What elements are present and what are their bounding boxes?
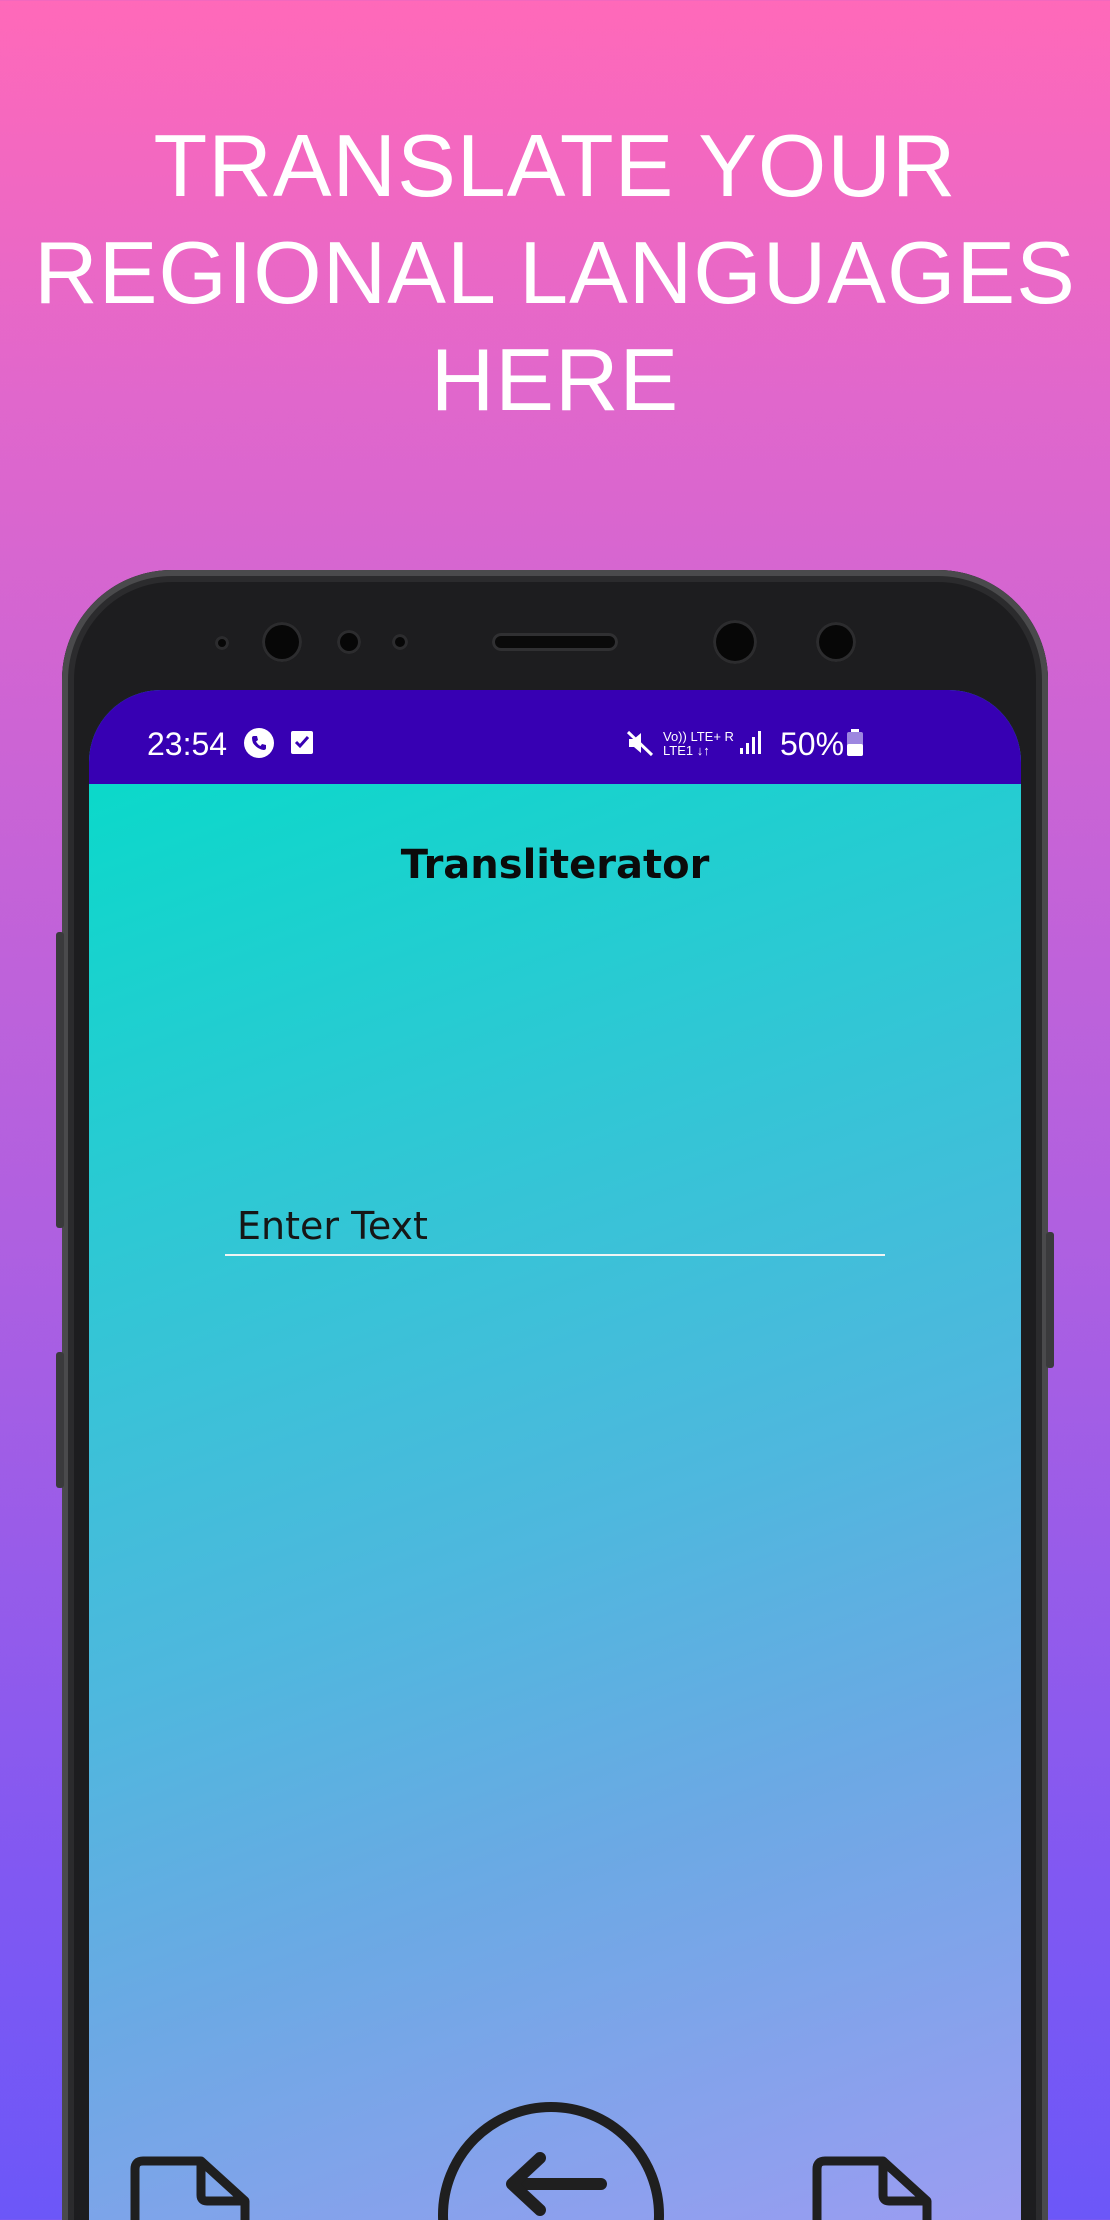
battery-icon: [847, 729, 863, 756]
signal-icon: [740, 731, 761, 754]
document-icon[interactable]: [809, 2155, 939, 2220]
phone-call-icon: [244, 728, 274, 758]
text-input[interactable]: [225, 1198, 885, 1256]
front-sensor: [337, 630, 361, 654]
phone-side-button: [1046, 1232, 1054, 1368]
battery-percentage: 50%: [780, 726, 845, 762]
mute-icon: [626, 730, 654, 757]
app-title: Transliterator: [400, 842, 710, 888]
promo-heading: TRANSLATE YOUR REGIONAL LANGUAGES HERE: [20, 112, 1090, 433]
front-camera: [816, 622, 856, 662]
swap-arrows-icon[interactable]: [436, 2100, 666, 2220]
phone-side-button: [56, 1352, 64, 1488]
promo-heading-line-1: TRANSLATE YOUR: [153, 116, 957, 215]
front-camera: [713, 620, 757, 664]
promo-heading-line-2: REGIONAL LANGUAGES: [34, 223, 1076, 322]
front-sensor: [392, 634, 408, 650]
network-label-bottom: LTE1 ↓↑: [663, 743, 710, 758]
phone-screen: 23:54 Vo)) LTE+ R LTE1 ↓↑ 50% Transliter…: [89, 690, 1021, 2220]
document-icon[interactable]: [127, 2155, 257, 2220]
network-label-top: Vo)) LTE+ R: [663, 729, 734, 744]
promo-heading-line-3: HERE: [430, 330, 680, 429]
phone-side-button: [56, 932, 64, 1228]
checkbox-icon: [291, 731, 313, 754]
network-indicator: Vo)) LTE+ R LTE1 ↓↑: [663, 730, 734, 758]
earpiece-speaker: [492, 633, 618, 651]
front-camera: [262, 622, 302, 662]
status-bar: 23:54 Vo)) LTE+ R LTE1 ↓↑ 50%: [89, 690, 1021, 784]
status-time: 23:54: [147, 726, 228, 762]
front-sensor: [215, 636, 229, 650]
